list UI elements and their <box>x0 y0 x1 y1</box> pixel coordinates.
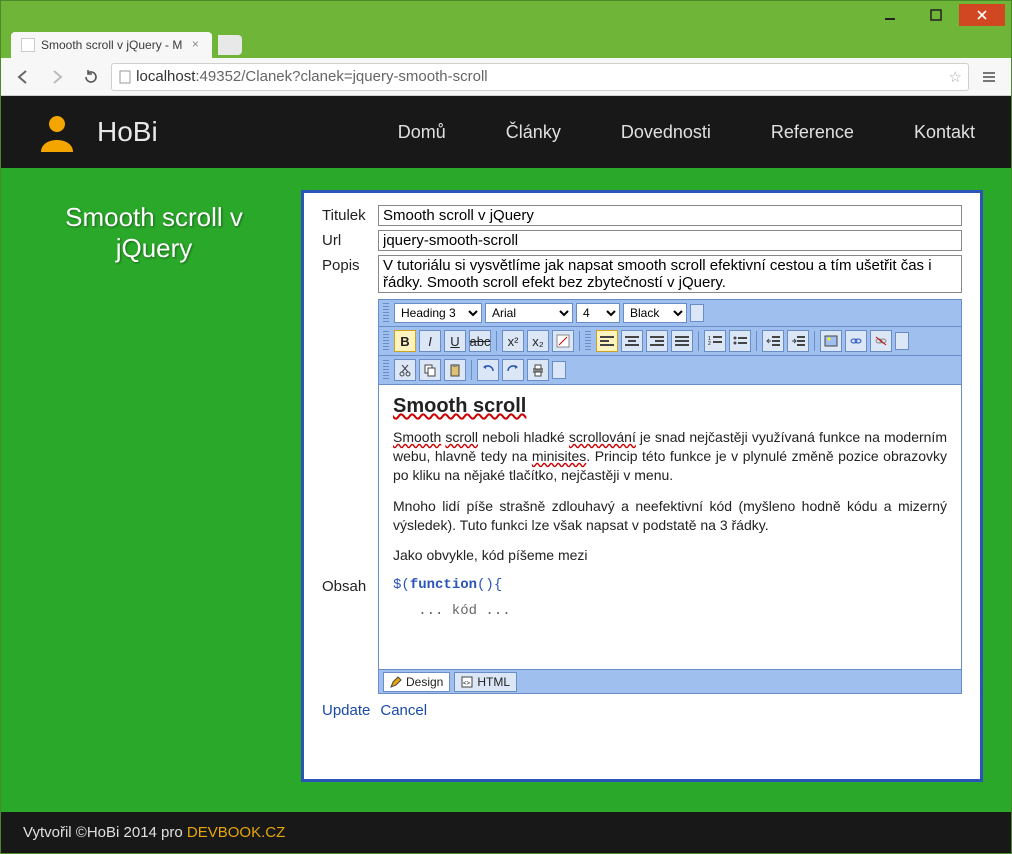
site-footer: Vytvořil ©HoBi 2014 pro DEVBOOK.CZ <box>1 812 1011 853</box>
align-justify-button[interactable] <box>671 330 693 352</box>
tab-title: Smooth scroll v jQuery - M <box>41 38 182 52</box>
rich-editor: Heading 3 Arial 4 Black B I U <box>378 299 962 694</box>
link-button[interactable] <box>845 330 867 352</box>
ordered-list-button[interactable]: 12 <box>704 330 726 352</box>
content-code: $(function(){ <box>393 577 947 593</box>
favicon-icon <box>21 38 35 52</box>
nav-contact[interactable]: Kontakt <box>914 122 975 143</box>
nav-references[interactable]: Reference <box>771 122 854 143</box>
footer-link[interactable]: DEVBOOK.CZ <box>187 824 285 841</box>
content-paragraph: Mnoho lidí píše strašně zdlouhavý a neef… <box>393 497 947 535</box>
titlebar <box>1 1 1011 29</box>
content-paragraph: Jako obvykle, kód píšeme mezi <box>393 546 947 565</box>
code-icon: <> <box>461 676 473 688</box>
pencil-icon <box>390 676 402 688</box>
nav-articles[interactable]: Články <box>506 122 561 143</box>
undo-button[interactable] <box>477 359 499 381</box>
toolbar-grip <box>383 360 389 380</box>
url-port: :49352 <box>195 68 241 85</box>
maximize-button[interactable] <box>913 4 959 26</box>
svg-text:<>: <> <box>463 681 471 687</box>
toolbar-overflow-icon[interactable] <box>552 361 566 379</box>
browser-tabs: Smooth scroll v jQuery - M × <box>1 29 1011 58</box>
editor-mode-tabs: Design <>HTML <box>379 669 961 693</box>
label-obsah: Obsah <box>322 576 372 595</box>
url-path: /Clanek?clanek=jquery-smooth-scroll <box>241 68 487 85</box>
toolbar-overflow-icon[interactable] <box>895 332 909 350</box>
avatar-icon[interactable] <box>37 112 77 152</box>
toolbar-overflow-icon[interactable] <box>690 304 704 322</box>
outdent-button[interactable] <box>762 330 784 352</box>
align-right-button[interactable] <box>646 330 668 352</box>
close-window-button[interactable] <box>959 4 1005 26</box>
redo-button[interactable] <box>502 359 524 381</box>
image-button[interactable] <box>820 330 842 352</box>
size-select[interactable]: 4 <box>576 303 620 323</box>
reload-button[interactable] <box>77 63 105 91</box>
indent-button[interactable] <box>787 330 809 352</box>
nav-home[interactable]: Domů <box>398 122 446 143</box>
print-button[interactable] <box>527 359 549 381</box>
copy-button[interactable] <box>419 359 441 381</box>
unordered-list-button[interactable] <box>729 330 751 352</box>
forward-button[interactable] <box>43 63 71 91</box>
url-host: localhost <box>136 68 195 85</box>
bold-button[interactable]: B <box>394 330 416 352</box>
label-popis: Popis <box>322 255 372 274</box>
italic-button[interactable]: I <box>419 330 441 352</box>
back-button[interactable] <box>9 63 37 91</box>
strike-button[interactable]: abc <box>469 330 491 352</box>
clear-format-button[interactable] <box>552 330 574 352</box>
toolbar-grip <box>585 331 591 351</box>
brand[interactable]: HoBi <box>97 116 158 148</box>
paste-button[interactable] <box>444 359 466 381</box>
update-link[interactable]: Update <box>322 702 370 719</box>
superscript-button[interactable]: x² <box>502 330 524 352</box>
align-center-button[interactable] <box>621 330 643 352</box>
site-header: HoBi Domů Články Dovednosti Reference Ko… <box>1 96 1011 168</box>
page-title: Smooth scroll v jQuery <box>29 190 279 782</box>
chrome-menu-button[interactable] <box>975 63 1003 91</box>
address-bar[interactable]: localhost:49352/Clanek?clanek=jquery-smo… <box>111 63 969 91</box>
content-code: ... kód ... <box>393 603 947 619</box>
design-tab[interactable]: Design <box>383 672 450 692</box>
editor-body[interactable]: Smooth scroll Smooth scroll neboli hladk… <box>379 385 961 669</box>
color-select[interactable]: Black <box>623 303 687 323</box>
html-tab[interactable]: <>HTML <box>454 672 517 692</box>
nav-skills[interactable]: Dovednosti <box>621 122 711 143</box>
align-left-button[interactable] <box>596 330 618 352</box>
new-tab-button[interactable] <box>218 35 242 55</box>
close-tab-icon[interactable]: × <box>188 38 202 52</box>
svg-text:2: 2 <box>708 341 711 347</box>
popis-textarea[interactable]: V tutoriálu si vysvětlíme jak napsat smo… <box>378 255 962 293</box>
label-url: Url <box>322 230 372 249</box>
cut-button[interactable] <box>394 359 416 381</box>
browser-toolbar: localhost:49352/Clanek?clanek=jquery-smo… <box>1 58 1011 96</box>
unlink-button[interactable] <box>870 330 892 352</box>
toolbar-grip <box>383 331 389 351</box>
minimize-button[interactable] <box>867 4 913 26</box>
subscript-button[interactable]: x₂ <box>527 330 549 352</box>
page-icon <box>118 70 132 84</box>
toolbar-grip <box>383 303 389 323</box>
format-select[interactable]: Heading 3 <box>394 303 482 323</box>
edit-panel: Titulek Url Popis V tutoriálu si vysvětl… <box>301 190 983 782</box>
content-heading: Smooth scroll <box>393 395 947 418</box>
cancel-link[interactable]: Cancel <box>380 702 427 719</box>
titulek-input[interactable] <box>378 205 962 226</box>
url-input[interactable] <box>378 230 962 251</box>
content-paragraph: Smooth scroll neboli hladké scrollování … <box>393 428 947 485</box>
star-icon[interactable]: ☆ <box>949 68 962 86</box>
browser-tab[interactable]: Smooth scroll v jQuery - M × <box>11 32 212 58</box>
underline-button[interactable]: U <box>444 330 466 352</box>
font-select[interactable]: Arial <box>485 303 573 323</box>
label-titulek: Titulek <box>322 205 372 224</box>
